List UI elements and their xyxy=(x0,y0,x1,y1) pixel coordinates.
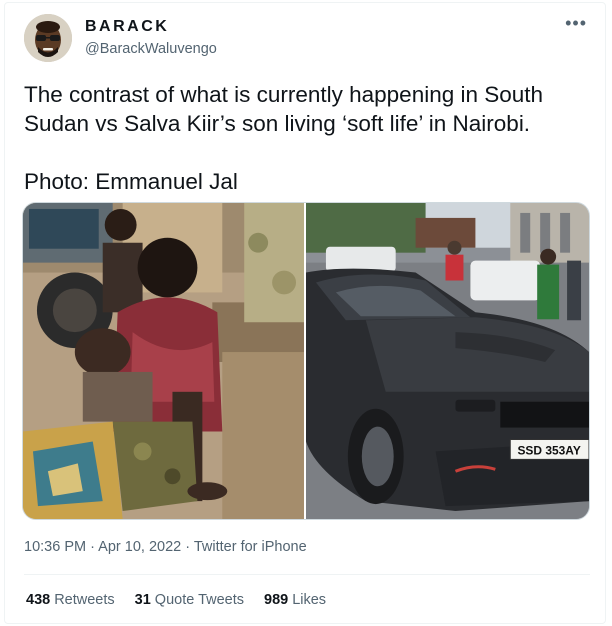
license-plate: SSD 353AY xyxy=(517,443,580,457)
tweet-card: BARACK @BarackWaluvengo ••• The contrast… xyxy=(4,2,606,624)
likes-stat[interactable]: 989 Likes xyxy=(264,592,326,608)
quote-tweets-stat[interactable]: 31 Quote Tweets xyxy=(135,592,244,608)
quote-tweets-label: Quote Tweets xyxy=(154,592,244,608)
tweet-text: The contrast of what is currently happen… xyxy=(24,80,594,196)
display-name[interactable]: BARACK xyxy=(85,18,169,36)
likes-count: 989 xyxy=(264,592,289,608)
photo-credit: Photo: Emmanuel Jal xyxy=(24,169,238,194)
more-options-icon[interactable]: ••• xyxy=(565,13,587,34)
user-handle[interactable]: @BarackWaluvengo xyxy=(85,41,217,57)
tweet-source[interactable]: Twitter for iPhone xyxy=(194,539,307,555)
quote-tweets-count: 31 xyxy=(134,592,151,608)
tweet-meta: 10:36 PM · Apr 10, 2022 · Twitter for iP… xyxy=(24,539,307,555)
tweet-time[interactable]: 10:36 PM xyxy=(24,539,86,555)
tweet-text-line: The contrast of what is currently happen… xyxy=(24,82,544,107)
media-grid: SSD 353AY xyxy=(22,202,590,520)
tweet-text-gap xyxy=(24,138,594,167)
tweet-date[interactable]: Apr 10, 2022 xyxy=(98,539,181,555)
meta-separator: · xyxy=(185,539,194,555)
retweets-label: Retweets xyxy=(54,592,115,608)
meta-separator: · xyxy=(90,539,99,555)
likes-label: Likes xyxy=(292,592,327,608)
avatar[interactable] xyxy=(24,14,72,62)
tweet-text-line: Sudan vs Salva Kiir’s son living ‘soft l… xyxy=(24,111,531,136)
retweets-count: 438 xyxy=(26,592,51,608)
tweet-stats: 438 Retweets 31 Quote Tweets 989 Likes xyxy=(26,592,326,608)
retweets-stat[interactable]: 438 Retweets xyxy=(26,592,115,608)
photo-woman-and-child[interactable] xyxy=(23,203,304,519)
photo-black-camaro[interactable]: SSD 353AY xyxy=(306,203,589,519)
divider xyxy=(24,574,590,575)
